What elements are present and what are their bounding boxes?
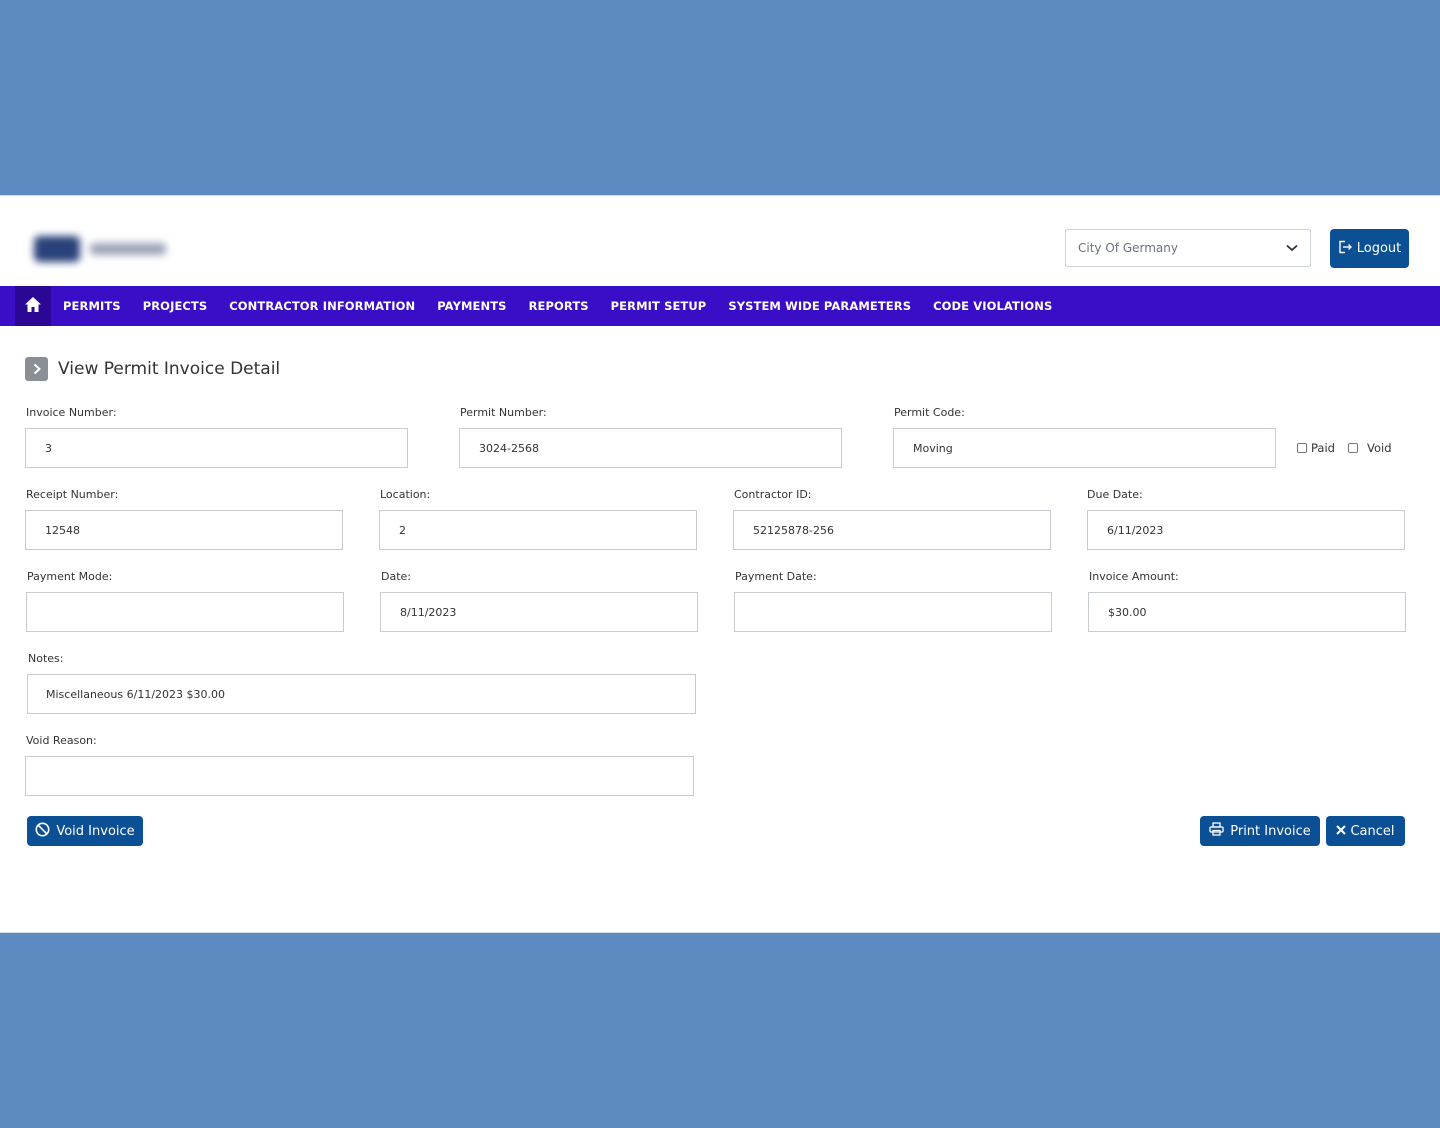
logout-icon [1338,240,1352,258]
cancel-label: Cancel [1350,823,1395,839]
nav-payments[interactable]: PAYMENTS [437,299,506,313]
receipt-number-label: Receipt Number: [26,488,119,501]
payment-mode-label: Payment Mode: [27,570,113,583]
main-nav: PERMITS PROJECTS CONTRACTOR INFORMATION … [0,286,1440,326]
payment-date-label: Payment Date: [735,570,817,583]
nav-home[interactable] [15,286,51,326]
receipt-number-input[interactable]: 12548 [25,510,343,550]
due-date-input[interactable]: 6/11/2023 [1087,510,1405,550]
city-select-value: City Of Germany [1078,241,1178,255]
location-input[interactable]: 2 [379,510,697,550]
permit-number-label: Permit Number: [460,406,547,419]
void-checkbox[interactable]: Void [1348,441,1392,455]
logo-mark [34,236,80,262]
logout-label: Logout [1356,241,1402,256]
city-select[interactable]: City Of Germany [1065,229,1311,267]
notes-input[interactable]: Miscellaneous 6/11/2023 $30.00 [27,674,696,714]
void-invoice-label: Void Invoice [56,823,135,839]
chevron-down-icon [1286,244,1298,252]
cancel-button[interactable]: Cancel [1326,816,1405,846]
paid-checkbox-box[interactable] [1297,443,1307,453]
contractor-id-input[interactable]: 52125878-256 [733,510,1051,550]
payment-mode-input[interactable] [26,592,344,632]
notes-label: Notes: [28,652,64,665]
void-invoice-button[interactable]: Void Invoice [27,816,143,846]
location-label: Location: [380,488,431,501]
payment-date-input[interactable] [734,592,1052,632]
chevron-right-icon [25,357,48,381]
date-label: Date: [381,570,411,583]
paid-checkbox-label: Paid [1311,441,1335,455]
invoice-amount-label: Invoice Amount: [1089,570,1179,583]
void-checkbox-box[interactable] [1348,443,1358,453]
void-reason-input[interactable] [25,756,694,796]
nav-code-violations[interactable]: CODE VIOLATIONS [933,299,1052,313]
permit-number-input[interactable]: 3024-2568 [459,428,842,468]
close-icon [1336,824,1347,839]
print-invoice-button[interactable]: Print Invoice [1200,816,1320,846]
header: City Of Germany Logout [0,196,1440,286]
logo [34,232,174,264]
printer-icon [1209,822,1224,840]
logout-button[interactable]: Logout [1330,229,1409,268]
due-date-label: Due Date: [1087,488,1143,501]
paid-checkbox[interactable]: Paid [1297,441,1335,455]
nav-projects[interactable]: PROJECTS [143,299,208,313]
permit-code-label: Permit Code: [894,406,965,419]
nav-permits[interactable]: PERMITS [63,299,121,313]
date-input[interactable]: 8/11/2023 [380,592,698,632]
nav-reports[interactable]: REPORTS [529,299,589,313]
print-invoice-label: Print Invoice [1230,823,1311,839]
logo-wordmark [90,243,166,255]
page-title: View Permit Invoice Detail [25,357,280,381]
contractor-id-label: Contractor ID: [734,488,812,501]
nav-contractor-information[interactable]: CONTRACTOR INFORMATION [229,299,415,313]
void-checkbox-label: Void [1367,441,1392,455]
invoice-amount-input[interactable]: $30.00 [1088,592,1406,632]
nav-system-wide-parameters[interactable]: SYSTEM WIDE PARAMETERS [728,299,911,313]
void-reason-label: Void Reason: [26,734,97,747]
permit-code-input[interactable]: Moving [893,428,1276,468]
page-title-text: View Permit Invoice Detail [58,359,281,379]
home-icon [24,296,42,317]
invoice-number-label: Invoice Number: [26,406,117,419]
ban-icon [35,822,50,841]
nav-permit-setup[interactable]: PERMIT SETUP [611,299,707,313]
invoice-number-input[interactable]: 3 [25,428,408,468]
app-window: City Of Germany Logout PERMITS PROJECTS … [0,195,1440,933]
